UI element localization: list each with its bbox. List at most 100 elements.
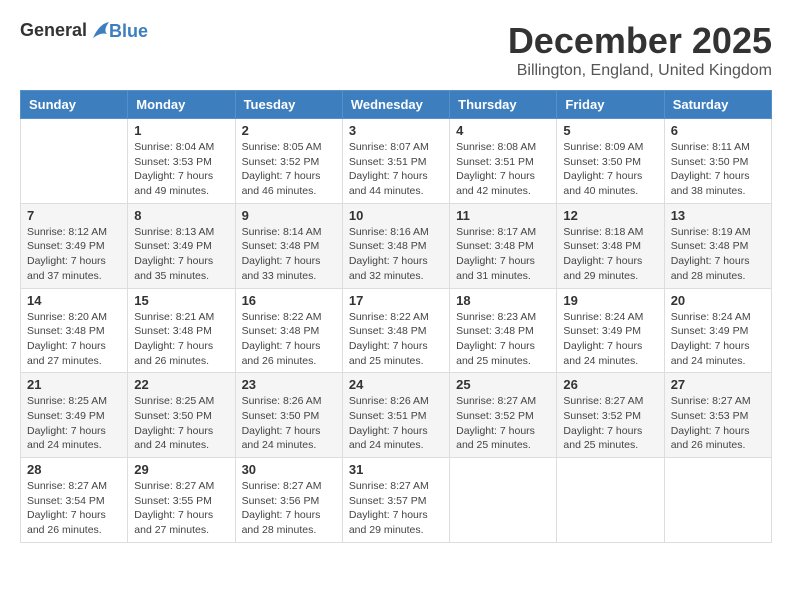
day-info: Sunrise: 8:24 AMSunset: 3:49 PMDaylight:…	[563, 310, 657, 369]
header-monday: Monday	[128, 91, 235, 119]
day-number: 7	[27, 208, 121, 223]
calendar-cell: 5 Sunrise: 8:09 AMSunset: 3:50 PMDaylight…	[557, 119, 664, 204]
day-info: Sunrise: 8:25 AMSunset: 3:49 PMDaylight:…	[27, 394, 121, 453]
day-info: Sunrise: 8:19 AMSunset: 3:48 PMDaylight:…	[671, 225, 765, 284]
header-tuesday: Tuesday	[235, 91, 342, 119]
calendar-cell	[664, 458, 771, 543]
day-info: Sunrise: 8:12 AMSunset: 3:49 PMDaylight:…	[27, 225, 121, 284]
day-info: Sunrise: 8:26 AMSunset: 3:51 PMDaylight:…	[349, 394, 443, 453]
header-saturday: Saturday	[664, 91, 771, 119]
day-info: Sunrise: 8:25 AMSunset: 3:50 PMDaylight:…	[134, 394, 228, 453]
day-number: 30	[242, 462, 336, 477]
title-block: December 2025 Billington, England, Unite…	[508, 20, 772, 80]
day-info: Sunrise: 8:18 AMSunset: 3:48 PMDaylight:…	[563, 225, 657, 284]
calendar-week-2: 7 Sunrise: 8:12 AMSunset: 3:49 PMDaylight…	[21, 203, 772, 288]
calendar-week-3: 14Sunrise: 8:20 AMSunset: 3:48 PMDayligh…	[21, 288, 772, 373]
day-number: 21	[27, 377, 121, 392]
calendar-cell: 14Sunrise: 8:20 AMSunset: 3:48 PMDayligh…	[21, 288, 128, 373]
calendar-cell: 20Sunrise: 8:24 AMSunset: 3:49 PMDayligh…	[664, 288, 771, 373]
day-info: Sunrise: 8:22 AMSunset: 3:48 PMDaylight:…	[242, 310, 336, 369]
calendar-cell: 3Sunrise: 8:07 AMSunset: 3:51 PMDaylight…	[342, 119, 449, 204]
day-number: 5	[563, 123, 657, 138]
day-info: Sunrise: 8:22 AMSunset: 3:48 PMDaylight:…	[349, 310, 443, 369]
day-number: 12	[563, 208, 657, 223]
calendar-week-4: 21 Sunrise: 8:25 AMSunset: 3:49 PMDayligh…	[21, 373, 772, 458]
month-title: December 2025	[508, 20, 772, 62]
calendar-cell: 12 Sunrise: 8:18 AMSunset: 3:48 PMDayligh…	[557, 203, 664, 288]
day-number: 18	[456, 293, 550, 308]
day-number: 11	[456, 208, 550, 223]
header-wednesday: Wednesday	[342, 91, 449, 119]
logo-bird-icon	[89, 20, 111, 42]
day-number: 6	[671, 123, 765, 138]
day-number: 15	[134, 293, 228, 308]
calendar-week-1: 1 Sunrise: 8:04 AMSunset: 3:53 PMDaylight…	[21, 119, 772, 204]
calendar-cell: 17 Sunrise: 8:22 AMSunset: 3:48 PMDayligh…	[342, 288, 449, 373]
day-info: Sunrise: 8:07 AMSunset: 3:51 PMDaylight:…	[349, 140, 443, 199]
day-number: 10	[349, 208, 443, 223]
day-info: Sunrise: 8:23 AMSunset: 3:48 PMDaylight:…	[456, 310, 550, 369]
day-info: Sunrise: 8:04 AMSunset: 3:53 PMDaylight:…	[134, 140, 228, 199]
calendar-cell: 15 Sunrise: 8:21 AMSunset: 3:48 PMDayligh…	[128, 288, 235, 373]
header-sunday: Sunday	[21, 91, 128, 119]
day-number: 28	[27, 462, 121, 477]
day-info: Sunrise: 8:21 AMSunset: 3:48 PMDaylight:…	[134, 310, 228, 369]
calendar-week-5: 28Sunrise: 8:27 AMSunset: 3:54 PMDayligh…	[21, 458, 772, 543]
day-number: 23	[242, 377, 336, 392]
day-info: Sunrise: 8:27 AMSunset: 3:52 PMDaylight:…	[456, 394, 550, 453]
calendar-cell: 22 Sunrise: 8:25 AMSunset: 3:50 PMDayligh…	[128, 373, 235, 458]
day-info: Sunrise: 8:27 AMSunset: 3:53 PMDaylight:…	[671, 394, 765, 453]
day-info: Sunrise: 8:16 AMSunset: 3:48 PMDaylight:…	[349, 225, 443, 284]
calendar-cell: 19Sunrise: 8:24 AMSunset: 3:49 PMDayligh…	[557, 288, 664, 373]
calendar-cell: 7 Sunrise: 8:12 AMSunset: 3:49 PMDaylight…	[21, 203, 128, 288]
calendar-cell: 26 Sunrise: 8:27 AMSunset: 3:52 PMDayligh…	[557, 373, 664, 458]
day-info: Sunrise: 8:13 AMSunset: 3:49 PMDaylight:…	[134, 225, 228, 284]
calendar-cell: 13 Sunrise: 8:19 AMSunset: 3:48 PMDayligh…	[664, 203, 771, 288]
day-number: 13	[671, 208, 765, 223]
day-number: 31	[349, 462, 443, 477]
day-info: Sunrise: 8:27 AMSunset: 3:55 PMDaylight:…	[134, 479, 228, 538]
day-info: Sunrise: 8:27 AMSunset: 3:57 PMDaylight:…	[349, 479, 443, 538]
day-info: Sunrise: 8:09 AMSunset: 3:50 PMDaylight:…	[563, 140, 657, 199]
calendar-cell	[557, 458, 664, 543]
calendar-cell: 1 Sunrise: 8:04 AMSunset: 3:53 PMDaylight…	[128, 119, 235, 204]
calendar-cell: 30 Sunrise: 8:27 AMSunset: 3:56 PMDayligh…	[235, 458, 342, 543]
day-info: Sunrise: 8:08 AMSunset: 3:51 PMDaylight:…	[456, 140, 550, 199]
day-number: 14	[27, 293, 121, 308]
day-number: 9	[242, 208, 336, 223]
calendar-header-row: SundayMondayTuesdayWednesdayThursdayFrid…	[21, 91, 772, 119]
day-number: 27	[671, 377, 765, 392]
calendar-cell: 21 Sunrise: 8:25 AMSunset: 3:49 PMDayligh…	[21, 373, 128, 458]
calendar-cell: 24Sunrise: 8:26 AMSunset: 3:51 PMDayligh…	[342, 373, 449, 458]
calendar-cell: 2 Sunrise: 8:05 AMSunset: 3:52 PMDaylight…	[235, 119, 342, 204]
logo-general: General	[20, 20, 87, 40]
calendar-cell	[450, 458, 557, 543]
calendar-cell: 29Sunrise: 8:27 AMSunset: 3:55 PMDayligh…	[128, 458, 235, 543]
day-number: 22	[134, 377, 228, 392]
calendar-cell: 28Sunrise: 8:27 AMSunset: 3:54 PMDayligh…	[21, 458, 128, 543]
day-number: 26	[563, 377, 657, 392]
calendar-cell: 16Sunrise: 8:22 AMSunset: 3:48 PMDayligh…	[235, 288, 342, 373]
calendar-cell: 10 Sunrise: 8:16 AMSunset: 3:48 PMDayligh…	[342, 203, 449, 288]
calendar-cell: 18 Sunrise: 8:23 AMSunset: 3:48 PMDayligh…	[450, 288, 557, 373]
day-number: 17	[349, 293, 443, 308]
day-number: 1	[134, 123, 228, 138]
calendar-cell: 4 Sunrise: 8:08 AMSunset: 3:51 PMDaylight…	[450, 119, 557, 204]
calendar-cell: 8 Sunrise: 8:13 AMSunset: 3:49 PMDaylight…	[128, 203, 235, 288]
logo-blue: Blue	[109, 21, 148, 42]
day-info: Sunrise: 8:05 AMSunset: 3:52 PMDaylight:…	[242, 140, 336, 199]
day-info: Sunrise: 8:27 AMSunset: 3:56 PMDaylight:…	[242, 479, 336, 538]
calendar-cell: 27 Sunrise: 8:27 AMSunset: 3:53 PMDayligh…	[664, 373, 771, 458]
day-info: Sunrise: 8:26 AMSunset: 3:50 PMDaylight:…	[242, 394, 336, 453]
calendar-cell: 6Sunrise: 8:11 AMSunset: 3:50 PMDaylight…	[664, 119, 771, 204]
day-info: Sunrise: 8:27 AMSunset: 3:52 PMDaylight:…	[563, 394, 657, 453]
day-info: Sunrise: 8:17 AMSunset: 3:48 PMDaylight:…	[456, 225, 550, 284]
day-number: 4	[456, 123, 550, 138]
calendar-cell	[21, 119, 128, 204]
day-number: 8	[134, 208, 228, 223]
day-number: 25	[456, 377, 550, 392]
day-number: 2	[242, 123, 336, 138]
calendar-cell: 23 Sunrise: 8:26 AMSunset: 3:50 PMDayligh…	[235, 373, 342, 458]
page-header: General Blue December 2025 Billington, E…	[20, 20, 772, 80]
day-number: 20	[671, 293, 765, 308]
